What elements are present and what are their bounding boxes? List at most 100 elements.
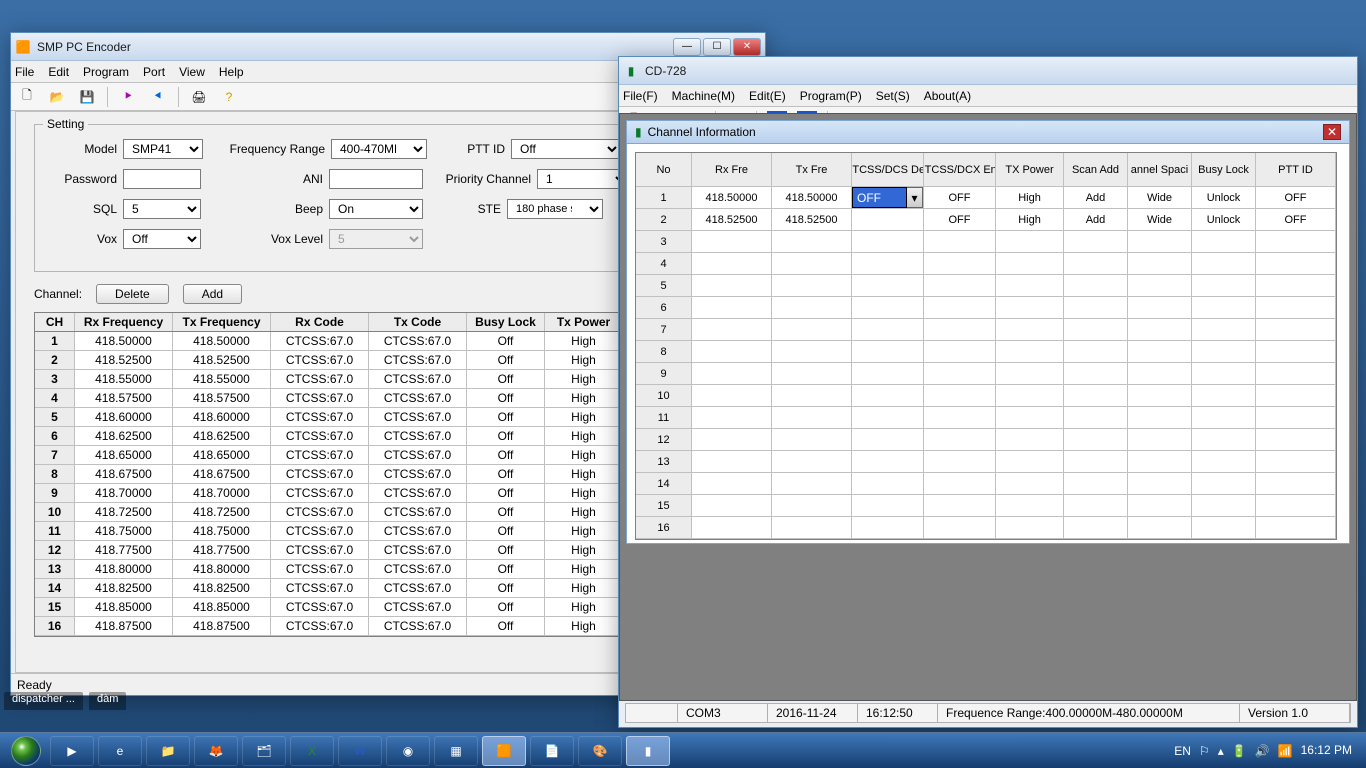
cell-pw[interactable] <box>996 517 1064 539</box>
cell-rc[interactable]: CTCSS:67.0 <box>271 503 369 521</box>
cell-enc[interactable] <box>924 363 996 385</box>
menu-edit[interactable]: Edit(E) <box>749 89 786 103</box>
cell-pt[interactable] <box>1256 451 1336 473</box>
cell-tx[interactable] <box>772 451 852 473</box>
model-select[interactable]: SMP418 <box>123 139 203 159</box>
col-busylock[interactable]: Busy Lock <box>1192 153 1256 187</box>
menu-program[interactable]: Program(P) <box>800 89 862 103</box>
cell-bl[interactable]: Off <box>467 465 545 483</box>
action-center-icon[interactable]: ⚐ <box>1199 744 1210 758</box>
cell-dec[interactable] <box>852 209 924 231</box>
cell-bl[interactable] <box>1192 275 1256 297</box>
cell-tx[interactable] <box>772 253 852 275</box>
cell-rc[interactable]: CTCSS:67.0 <box>271 370 369 388</box>
cell-no[interactable]: 14 <box>636 473 692 495</box>
cell-tx[interactable] <box>772 517 852 539</box>
cell-bl[interactable] <box>1192 429 1256 451</box>
cell-rx[interactable]: 418.50000 <box>75 332 173 350</box>
cell-tx[interactable]: 418.77500 <box>173 541 271 559</box>
cell-dec[interactable] <box>852 341 924 363</box>
cell-tp[interactable]: High <box>545 427 623 445</box>
cell-rx[interactable]: 418.72500 <box>75 503 173 521</box>
cell-rc[interactable]: CTCSS:67.0 <box>271 446 369 464</box>
cell-pt[interactable] <box>1256 473 1336 495</box>
taskbar-notepad-icon[interactable]: 📄 <box>530 736 574 766</box>
help-icon[interactable]: ? <box>219 87 239 107</box>
taskbar-firefox-icon[interactable]: 🦊 <box>194 736 238 766</box>
cell-no[interactable]: 12 <box>636 429 692 451</box>
cell-no[interactable]: 9 <box>636 363 692 385</box>
cell-dec[interactable]: OFF▾OFF67.069.371.974.477.079.782.5 <box>852 187 924 209</box>
cell-rc[interactable]: CTCSS:67.0 <box>271 332 369 350</box>
cell-rx[interactable] <box>692 407 772 429</box>
cell-bl[interactable]: Off <box>467 427 545 445</box>
dec-dropdown[interactable]: OFF▾ <box>852 187 923 208</box>
menu-edit[interactable]: Edit <box>48 65 69 79</box>
cell-enc[interactable] <box>924 319 996 341</box>
cell-ch[interactable]: 4 <box>35 389 75 407</box>
cell-enc[interactable] <box>924 275 996 297</box>
cell-pt[interactable] <box>1256 341 1336 363</box>
cell-sp[interactable] <box>1128 319 1192 341</box>
cell-tx[interactable]: 418.52500 <box>772 209 852 231</box>
panel-close-button[interactable]: ✕ <box>1323 124 1341 140</box>
beep-select[interactable]: On <box>329 199 423 219</box>
cell-sp[interactable] <box>1128 231 1192 253</box>
cell-dec[interactable] <box>852 473 924 495</box>
cell-tc[interactable]: CTCSS:67.0 <box>369 541 467 559</box>
cell-rx[interactable]: 418.62500 <box>75 427 173 445</box>
col-txpower[interactable]: TX Power <box>996 153 1064 187</box>
cell-tp[interactable]: High <box>545 389 623 407</box>
cell-sp[interactable] <box>1128 385 1192 407</box>
cell-no[interactable]: 8 <box>636 341 692 363</box>
cell-sc[interactable] <box>1064 495 1128 517</box>
cell-tp[interactable]: High <box>545 446 623 464</box>
cell-pw[interactable] <box>996 407 1064 429</box>
cell-no[interactable]: 13 <box>636 451 692 473</box>
cell-no[interactable]: 3 <box>636 231 692 253</box>
open-icon[interactable]: 📂 <box>47 87 67 107</box>
cell-dec[interactable] <box>852 253 924 275</box>
grid-row[interactable]: 2418.52500418.52500OFFHighAddWideUnlockO… <box>636 209 1336 231</box>
cell-no[interactable]: 2 <box>636 209 692 231</box>
cell-tc[interactable]: CTCSS:67.0 <box>369 389 467 407</box>
cell-rx[interactable]: 418.87500 <box>75 617 173 635</box>
cell-pt[interactable] <box>1256 429 1336 451</box>
cell-tx[interactable]: 418.65000 <box>173 446 271 464</box>
cell-tx[interactable] <box>772 297 852 319</box>
cell-no[interactable]: 7 <box>636 319 692 341</box>
cell-tx[interactable]: 418.50000 <box>772 187 852 209</box>
menu-view[interactable]: View <box>179 65 205 79</box>
cell-tp[interactable]: High <box>545 332 623 350</box>
add-button[interactable]: Add <box>183 284 242 304</box>
cell-rx[interactable]: 418.65000 <box>75 446 173 464</box>
cell-tc[interactable]: CTCSS:67.0 <box>369 351 467 369</box>
save-icon[interactable]: 💾 <box>77 87 97 107</box>
cell-sc[interactable] <box>1064 231 1128 253</box>
cell-bl[interactable] <box>1192 407 1256 429</box>
cell-tx[interactable] <box>772 319 852 341</box>
cell-bl[interactable]: Off <box>467 370 545 388</box>
cell-pt[interactable] <box>1256 275 1336 297</box>
cell-pt[interactable] <box>1256 407 1336 429</box>
cell-enc[interactable] <box>924 253 996 275</box>
cell-tc[interactable]: CTCSS:67.0 <box>369 408 467 426</box>
cell-dec[interactable] <box>852 275 924 297</box>
col-enc[interactable]: CTCSS/DCX Enc <box>924 153 996 187</box>
channel-info-titlebar[interactable]: ▮ Channel Information ✕ <box>626 120 1350 144</box>
grid-row[interactable]: 12 <box>636 429 1336 451</box>
cd-titlebar[interactable]: ▮ CD-728 <box>619 57 1357 85</box>
col-txcode[interactable]: Tx Code <box>369 313 467 331</box>
cell-sc[interactable] <box>1064 319 1128 341</box>
taskbar-smp-icon[interactable]: 🟧 <box>482 736 526 766</box>
cell-no[interactable]: 5 <box>636 275 692 297</box>
cell-tc[interactable]: CTCSS:67.0 <box>369 465 467 483</box>
cell-rc[interactable]: CTCSS:67.0 <box>271 465 369 483</box>
cell-sc[interactable] <box>1064 407 1128 429</box>
cell-tc[interactable]: CTCSS:67.0 <box>369 579 467 597</box>
cell-bl[interactable]: Off <box>467 617 545 635</box>
cell-pw[interactable] <box>996 385 1064 407</box>
grid-row[interactable]: 10 <box>636 385 1336 407</box>
cell-dec[interactable] <box>852 517 924 539</box>
cell-sc[interactable] <box>1064 253 1128 275</box>
